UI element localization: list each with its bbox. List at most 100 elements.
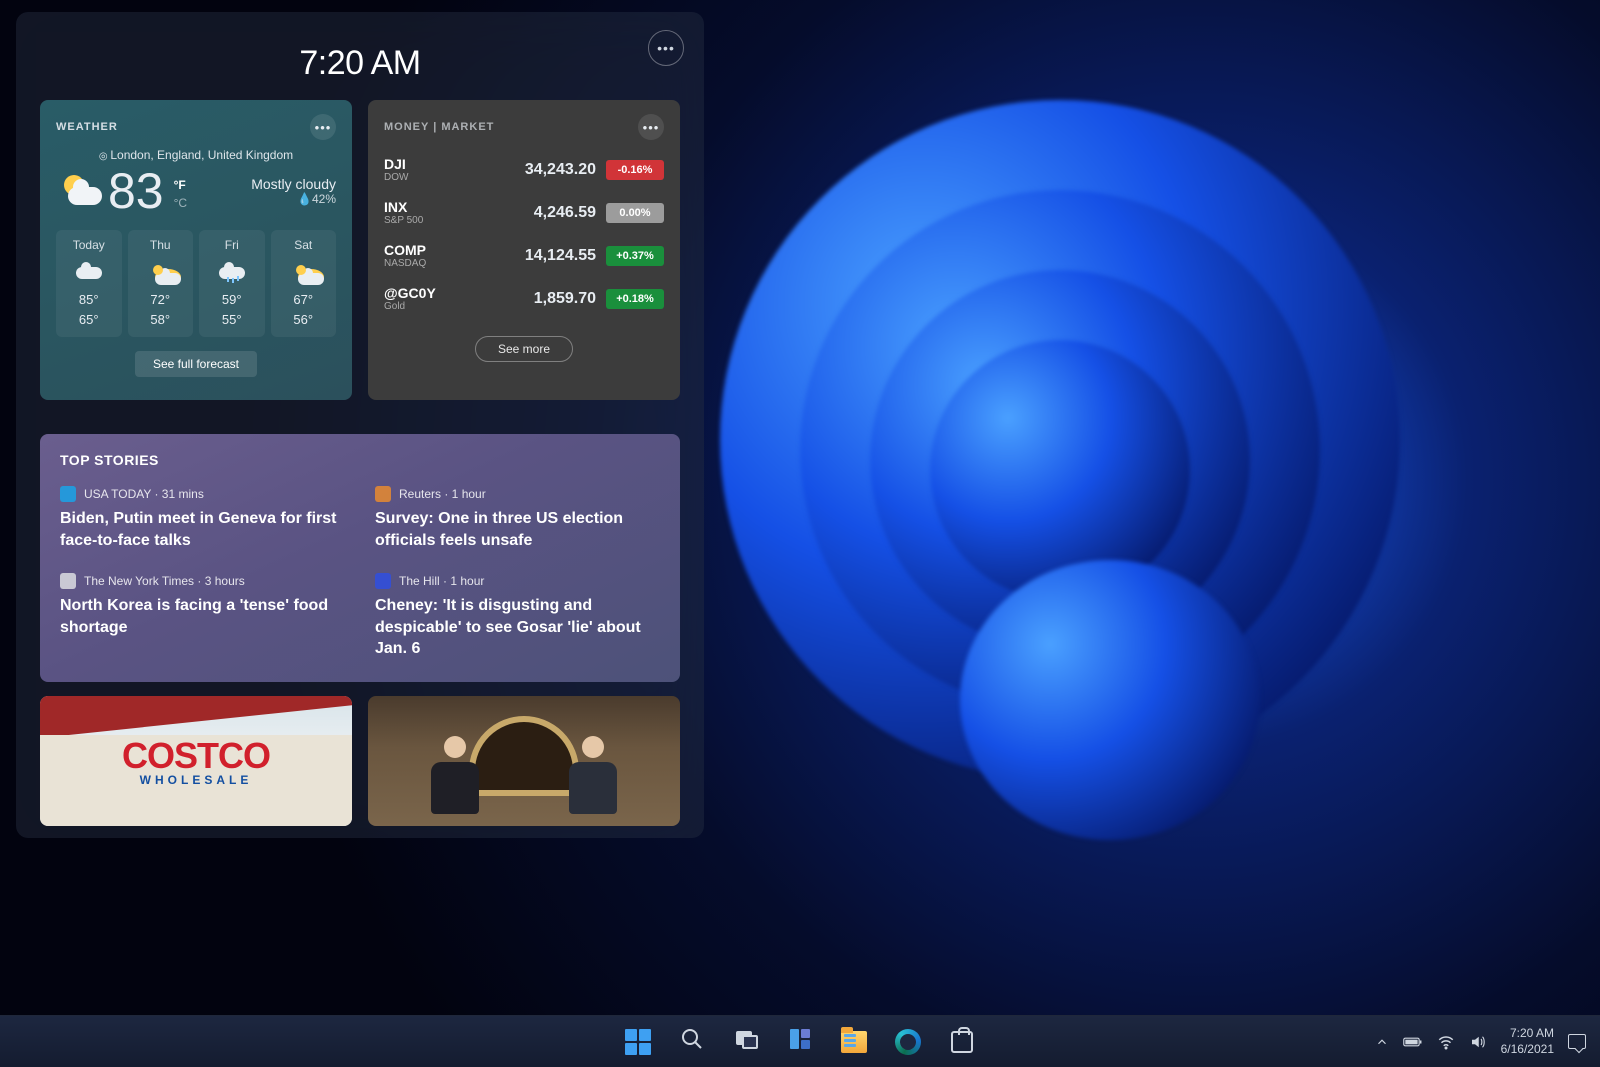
taskbar-search-button[interactable] [671, 1021, 713, 1063]
weather-current-temp: 83 [108, 166, 164, 216]
desktop-wallpaper-bloom [600, 60, 1500, 860]
money-more-button[interactable]: ••• [638, 114, 664, 140]
news-image-tile-meeting[interactable] [368, 696, 680, 826]
market-subname: DOW [384, 172, 472, 183]
market-change: 0.00% [606, 203, 664, 223]
money-title: MONEY | MARKET [384, 121, 494, 133]
forecast-weather-icon [219, 263, 245, 279]
money-widget[interactable]: MONEY | MARKET ••• DJIDOW 34,243.20 -0.1… [368, 100, 680, 400]
task-view-button[interactable] [725, 1021, 767, 1063]
forecast-day-name: Sat [275, 238, 333, 252]
battery-button[interactable] [1403, 1035, 1423, 1049]
widgets-button[interactable] [779, 1021, 821, 1063]
forecast-low: 56° [275, 310, 333, 330]
story-source: Reuters · 1 hour [399, 487, 486, 501]
forecast-high: 72° [132, 290, 190, 310]
top-stories-title: TOP STORIES [60, 452, 660, 468]
search-icon [680, 1027, 704, 1056]
money-see-more-button[interactable]: See more [475, 336, 573, 362]
weather-widget[interactable]: WEATHER ••• London, England, United King… [40, 100, 352, 400]
chevron-up-icon [1375, 1035, 1389, 1049]
forecast-high: 67° [275, 290, 333, 310]
widgets-panel: 7:20 AM ••• WEATHER ••• London, England,… [16, 12, 704, 838]
taskbar-clock[interactable]: 7:20 AM 6/16/2021 [1501, 1026, 1554, 1057]
forecast-day[interactable]: Today 85° 65° [56, 230, 122, 337]
forecast-day-name: Fri [203, 238, 261, 252]
story-item[interactable]: The New York Times · 3 hours North Korea… [60, 573, 345, 660]
task-view-icon [734, 1027, 758, 1056]
story-source-icon [375, 486, 391, 502]
story-headline: Survey: One in three US election officia… [375, 508, 660, 551]
weather-more-button[interactable]: ••• [310, 114, 336, 140]
market-subname: S&P 500 [384, 215, 472, 226]
taskbar-time: 7:20 AM [1501, 1026, 1554, 1042]
story-headline: Biden, Putin meet in Geneva for first fa… [60, 508, 345, 551]
battery-icon [1403, 1035, 1423, 1049]
edge-button[interactable] [887, 1021, 929, 1063]
story-item[interactable]: Reuters · 1 hour Survey: One in three US… [375, 486, 660, 551]
forecast-low: 65° [60, 310, 118, 330]
story-source-icon [60, 573, 76, 589]
market-change: +0.37% [606, 246, 664, 266]
market-subname: Gold [384, 301, 472, 312]
volume-button[interactable] [1469, 1033, 1487, 1051]
taskbar-date: 6/16/2021 [1501, 1042, 1554, 1058]
story-source: The New York Times · 3 hours [84, 574, 245, 588]
forecast-day[interactable]: Sat 67° 56° [271, 230, 337, 337]
story-source-icon [60, 486, 76, 502]
forecast-low: 58° [132, 310, 190, 330]
widgets-icon [788, 1027, 812, 1056]
widgets-header: 7:20 AM ••• [40, 26, 680, 100]
forecast-weather-icon [76, 263, 102, 279]
tray-overflow-button[interactable] [1375, 1035, 1389, 1049]
market-change: -0.16% [606, 160, 664, 180]
taskbar: 7:20 AM 6/16/2021 [0, 1015, 1600, 1067]
weather-title: WEATHER [56, 121, 118, 133]
widgets-clock: 7:20 AM [299, 44, 420, 83]
weather-unit-toggle[interactable]: °F °C [174, 178, 187, 210]
market-row[interactable]: INXS&P 500 4,246.59 0.00% [384, 191, 664, 234]
forecast-weather-icon [155, 269, 181, 285]
story-item[interactable]: The Hill · 1 hour Cheney: 'It is disgust… [375, 573, 660, 660]
widgets-more-button[interactable]: ••• [648, 30, 684, 66]
forecast-day[interactable]: Thu 72° 58° [128, 230, 194, 337]
start-button[interactable] [617, 1021, 659, 1063]
store-icon [951, 1031, 973, 1053]
weather-humidity: 💧42% [251, 192, 336, 206]
forecast-high: 85° [60, 290, 118, 310]
market-symbol: INX [384, 199, 472, 215]
market-row[interactable]: COMPNASDAQ 14,124.55 +0.37% [384, 234, 664, 277]
folder-icon [841, 1031, 867, 1053]
market-symbol: @GC0Y [384, 285, 472, 301]
wifi-button[interactable] [1437, 1033, 1455, 1051]
market-row[interactable]: DJIDOW 34,243.20 -0.16% [384, 148, 664, 191]
story-source: The Hill · 1 hour [399, 574, 484, 588]
forecast-high: 59° [203, 290, 261, 310]
story-source: USA TODAY · 31 mins [84, 487, 204, 501]
news-image-tile-costco[interactable]: COSTCO WHOLESALE [40, 696, 352, 826]
forecast-weather-icon [298, 269, 324, 285]
story-item[interactable]: USA TODAY · 31 mins Biden, Putin meet in… [60, 486, 345, 551]
market-price: 4,246.59 [472, 204, 606, 222]
story-headline: Cheney: 'It is disgusting and despicable… [375, 595, 660, 660]
forecast-day[interactable]: Fri 59° 55° [199, 230, 265, 337]
forecast-day-name: Thu [132, 238, 190, 252]
market-subname: NASDAQ [384, 258, 472, 269]
see-full-forecast-button[interactable]: See full forecast [135, 351, 257, 377]
file-explorer-button[interactable] [833, 1021, 875, 1063]
market-price: 34,243.20 [472, 161, 606, 179]
market-symbol: DJI [384, 156, 472, 172]
forecast-low: 55° [203, 310, 261, 330]
story-headline: North Korea is facing a 'tense' food sho… [60, 595, 345, 638]
market-row[interactable]: @GC0YGold 1,859.70 +0.18% [384, 277, 664, 320]
market-price: 1,859.70 [472, 290, 606, 308]
market-change: +0.18% [606, 289, 664, 309]
notifications-button[interactable] [1568, 1034, 1586, 1049]
edge-icon [895, 1029, 921, 1055]
top-stories-widget[interactable]: TOP STORIES USA TODAY · 31 mins Biden, P… [40, 434, 680, 682]
microsoft-store-button[interactable] [941, 1021, 983, 1063]
weather-location: London, England, United Kingdom [99, 148, 293, 162]
market-symbol: COMP [384, 242, 472, 258]
story-source-icon [375, 573, 391, 589]
windows-logo-icon [625, 1029, 651, 1055]
